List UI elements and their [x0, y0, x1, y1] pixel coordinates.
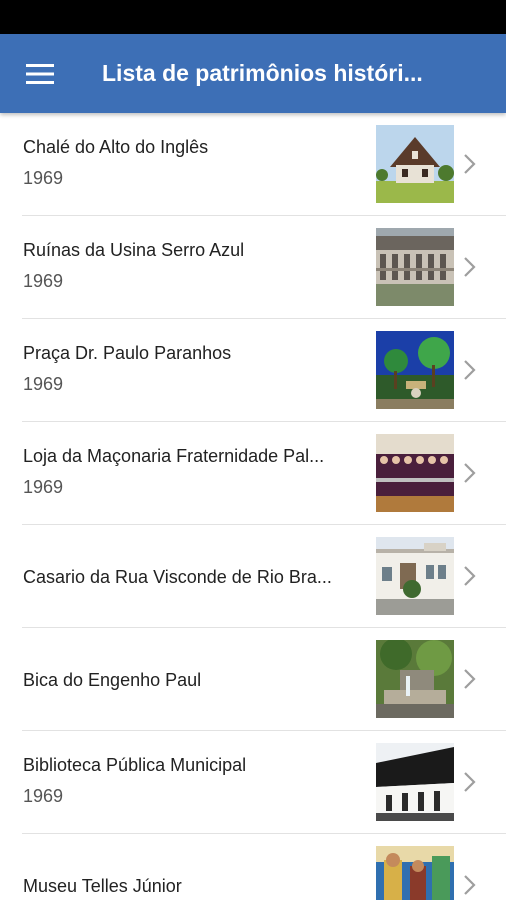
item-year: 1969 — [23, 374, 64, 394]
list-item[interactable]: Loja da Maçonaria Fraternidade Pal... 19… — [22, 422, 506, 525]
item-year: 1969 — [23, 786, 64, 806]
hamburger-menu-icon — [26, 64, 54, 84]
menu-button[interactable] — [14, 54, 66, 94]
page-title: Lista de patrimônios históri... — [102, 60, 423, 86]
item-title: Casario da Rua Visconde de Rio Bra... — [23, 567, 332, 587]
status-bar — [0, 0, 506, 34]
heritage-list[interactable]: Chalé do Alto do Inglês 1969 Ruínas da U… — [0, 113, 506, 900]
chevron-right-icon — [464, 566, 476, 586]
chevron-right-icon — [464, 669, 476, 689]
list-item[interactable]: Bica do Engenho Paul — [22, 628, 506, 731]
chevron-right-icon — [464, 257, 476, 277]
chevron-right-icon — [464, 772, 476, 792]
chevron-right-icon — [464, 875, 476, 895]
list-item[interactable]: Ruínas da Usina Serro Azul 1969 — [22, 216, 506, 319]
list-item[interactable]: Praça Dr. Paulo Paranhos 1969 — [22, 319, 506, 422]
chevron-right-icon — [464, 154, 476, 174]
townhouse-thumbnail — [376, 537, 454, 615]
item-title: Museu Telles Júnior — [23, 876, 182, 896]
item-year: 1969 — [23, 168, 64, 188]
museum-thumbnail — [376, 846, 454, 900]
square-thumbnail — [376, 331, 454, 409]
masonic-lodge-thumbnail — [376, 434, 454, 512]
list-item[interactable]: Casario da Rua Visconde de Rio Bra... — [22, 525, 506, 628]
chalet-thumbnail — [376, 125, 454, 203]
item-title: Chalé do Alto do Inglês — [23, 137, 209, 157]
library-thumbnail — [376, 743, 454, 821]
item-year: 1969 — [23, 477, 64, 497]
ruins-thumbnail — [376, 228, 454, 306]
item-title: Biblioteca Pública Municipal — [23, 755, 247, 775]
app-bar: Lista de patrimônios históri... — [0, 34, 506, 113]
list-item[interactable]: Chalé do Alto do Inglês 1969 — [22, 113, 506, 216]
item-title: Bica do Engenho Paul — [23, 670, 202, 690]
list-item[interactable]: Biblioteca Pública Municipal 1969 — [22, 731, 506, 834]
item-title: Praça Dr. Paulo Paranhos — [23, 343, 232, 363]
item-title: Ruínas da Usina Serro Azul — [23, 240, 245, 260]
chevron-right-icon — [464, 463, 476, 483]
chevron-right-icon — [464, 360, 476, 380]
fountain-thumbnail — [376, 640, 454, 718]
item-year: 1969 — [23, 271, 64, 291]
item-title: Loja da Maçonaria Fraternidade Pal... — [23, 446, 325, 466]
list-item[interactable]: Museu Telles Júnior — [22, 834, 506, 900]
